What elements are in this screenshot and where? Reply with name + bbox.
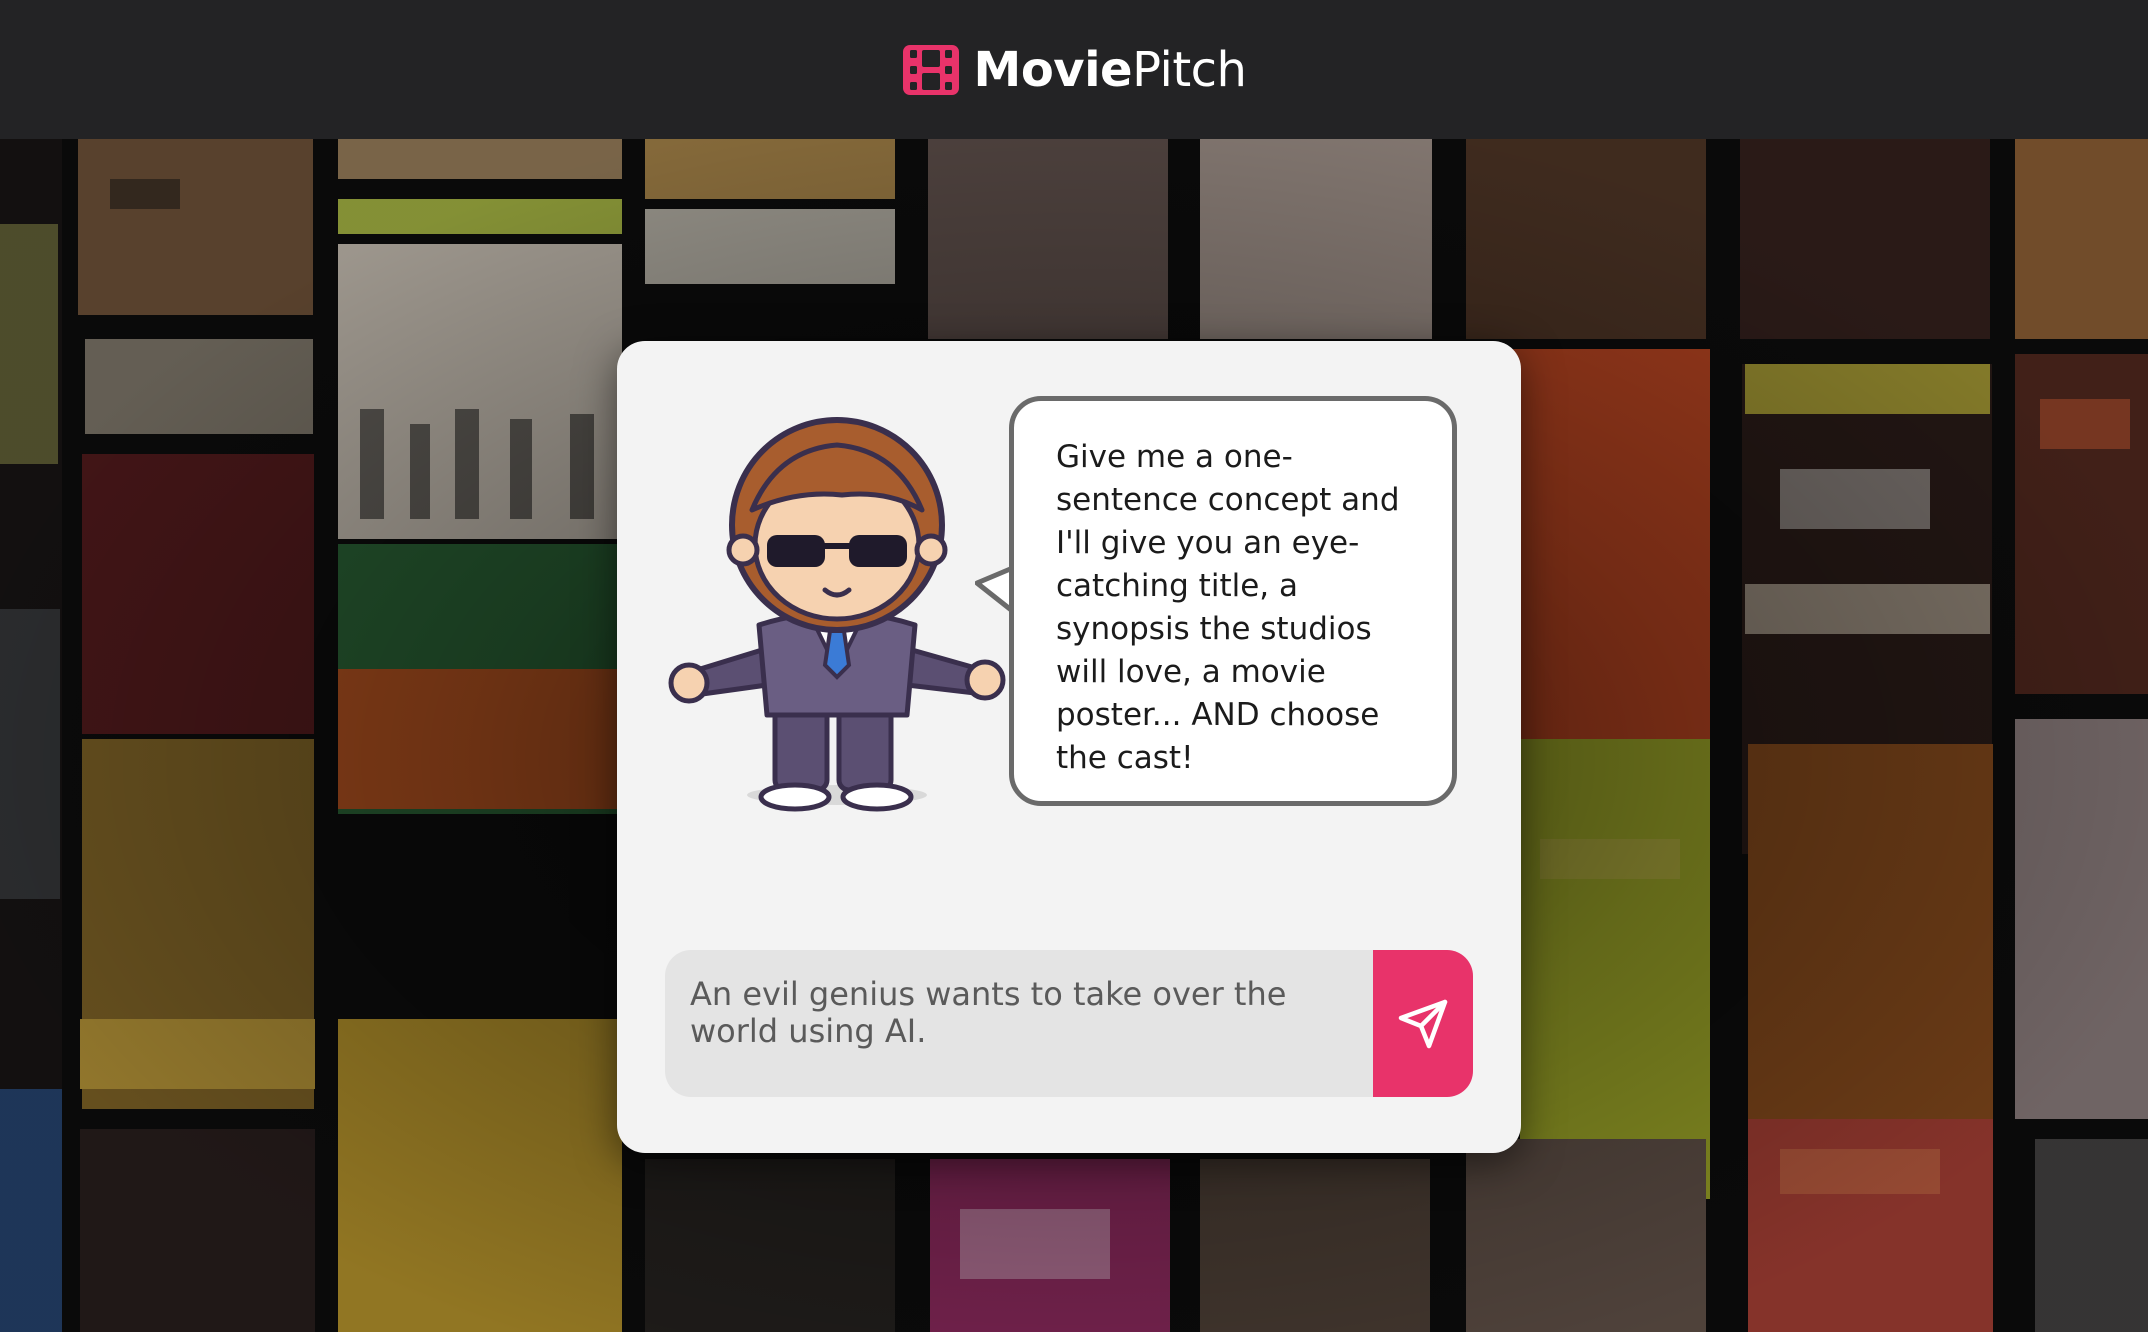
brand-name-light: Pitch: [1132, 41, 1247, 98]
app-header: MoviePitch: [0, 0, 2148, 139]
mascot-producer-icon: [668, 417, 1006, 812]
brand-name-bold: Movie: [973, 41, 1133, 98]
concept-input-row: An evil genius wants to take over the wo…: [665, 950, 1473, 1097]
send-paper-plane-icon: [1398, 999, 1448, 1048]
brand-name: MoviePitch: [974, 46, 1247, 94]
concept-input[interactable]: An evil genius wants to take over the wo…: [665, 950, 1373, 1097]
speech-bubble: Give me a one-sentence concept and I'll …: [1009, 396, 1457, 806]
send-button[interactable]: [1373, 950, 1473, 1097]
speech-bubble-text: Give me a one-sentence concept and I'll …: [1056, 439, 1400, 776]
pitch-card: Give me a one-sentence concept and I'll …: [617, 341, 1521, 1153]
film-reel-icon: [902, 44, 959, 95]
brand-logo[interactable]: MoviePitch: [902, 44, 1247, 96]
